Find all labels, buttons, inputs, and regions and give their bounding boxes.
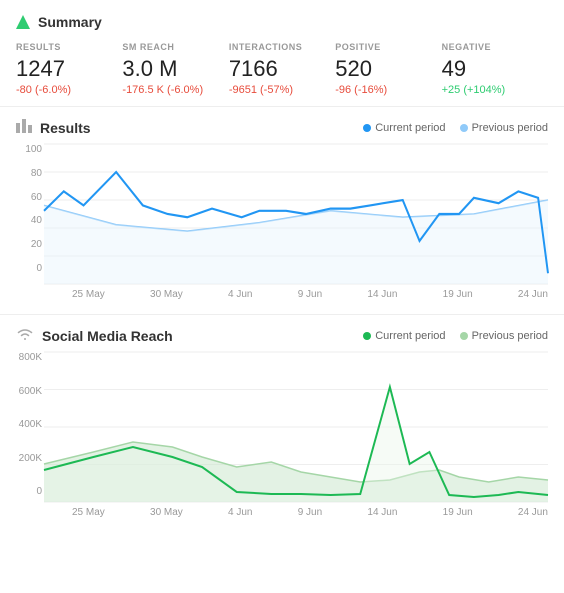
metric-value-3: 520 <box>335 56 441 82</box>
social-previous-label: Previous period <box>472 330 548 342</box>
metric-value-1: 3.0 M <box>122 56 228 82</box>
results-chart-header: Results Current period Previous period <box>16 119 548 136</box>
metric-label-4: NEGATIVE <box>442 42 548 52</box>
metric-change-0: -80 (-6.0%) <box>16 84 122 96</box>
social-previous-legend: Previous period <box>460 330 548 342</box>
summary-label: Summary <box>38 14 102 30</box>
metric-label-2: INTERACTIONS <box>229 42 335 52</box>
metric-change-1: -176.5 K (-6.0%) <box>122 84 228 96</box>
social-reach-y-axis: 800K 600K 400K 200K 0 <box>16 352 42 497</box>
social-reach-title: Social Media Reach <box>16 327 173 344</box>
social-reach-section: Social Media Reach Current period Previo… <box>0 315 564 537</box>
metric-label-3: POSITIVE <box>335 42 441 52</box>
metric-value-2: 7166 <box>229 56 335 82</box>
social-previous-dot <box>460 332 468 340</box>
wifi-icon <box>16 327 34 344</box>
results-current-dot <box>363 124 371 132</box>
social-reach-header: Social Media Reach Current period Previo… <box>16 327 548 344</box>
social-current-dot <box>363 332 371 340</box>
metric-value-0: 1247 <box>16 56 122 82</box>
social-current-label: Current period <box>375 330 445 342</box>
metric-label-0: RESULTS <box>16 42 122 52</box>
results-legend: Current period Previous period <box>363 122 548 134</box>
metric-item-3: POSITIVE 520 -96 (-16%) <box>335 42 441 96</box>
summary-icon <box>16 15 30 29</box>
metrics-row: RESULTS 1247 -80 (-6.0%) SM REACH 3.0 M … <box>16 42 548 96</box>
results-y-axis: 100 80 60 40 20 0 <box>16 144 42 274</box>
social-reach-legend: Current period Previous period <box>363 330 548 342</box>
metric-item-4: NEGATIVE 49 +25 (+104%) <box>442 42 548 96</box>
results-svg <box>44 144 548 284</box>
results-previous-legend: Previous period <box>460 122 548 134</box>
results-chart-section: Results Current period Previous period 1… <box>0 107 564 314</box>
social-current-legend: Current period <box>363 330 445 342</box>
metric-value-4: 49 <box>442 56 548 82</box>
social-reach-svg <box>44 352 548 502</box>
results-previous-dot <box>460 124 468 132</box>
results-title-label: Results <box>40 120 91 136</box>
results-previous-label: Previous period <box>472 122 548 134</box>
social-reach-title-label: Social Media Reach <box>42 328 173 344</box>
metric-item-0: RESULTS 1247 -80 (-6.0%) <box>16 42 122 96</box>
metric-change-4: +25 (+104%) <box>442 84 548 96</box>
metric-item-2: INTERACTIONS 7166 -9651 (-57%) <box>229 42 335 96</box>
social-reach-chart-wrapper: 800K 600K 400K 200K 0 25 May <box>16 352 548 527</box>
metric-item-1: SM REACH 3.0 M -176.5 K (-6.0%) <box>122 42 228 96</box>
metric-label-1: SM REACH <box>122 42 228 52</box>
results-chart-wrapper: 100 80 60 40 20 0 <box>16 144 548 304</box>
summary-title: Summary <box>16 14 548 30</box>
summary-section: Summary RESULTS 1247 -80 (-6.0%) SM REAC… <box>0 0 564 106</box>
results-current-legend: Current period <box>363 122 445 134</box>
metric-change-2: -9651 (-57%) <box>229 84 335 96</box>
results-x-axis: 25 May 30 May 4 Jun 9 Jun 14 Jun 19 Jun … <box>44 287 548 300</box>
bar-chart-icon <box>16 119 32 136</box>
metric-change-3: -96 (-16%) <box>335 84 441 96</box>
social-reach-x-axis: 25 May 30 May 4 Jun 9 Jun 14 Jun 19 Jun … <box>44 505 548 518</box>
results-current-label: Current period <box>375 122 445 134</box>
results-chart-title: Results <box>16 119 91 136</box>
